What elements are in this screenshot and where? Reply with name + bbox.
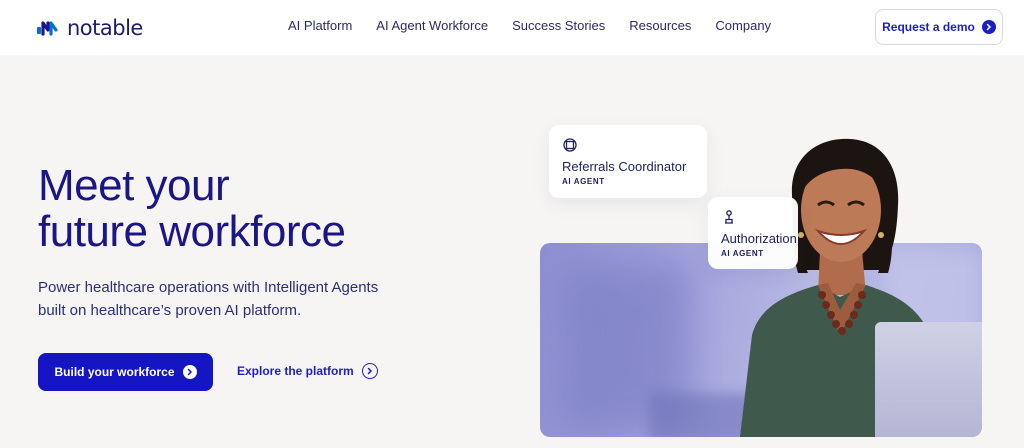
build-workforce-label: Build your workforce <box>54 365 175 379</box>
nav-link-ai-agent-workforce[interactable]: AI Agent Workforce <box>376 18 488 33</box>
agent-card-title: Referrals Coordinator <box>562 159 687 174</box>
nav-link-ai-platform[interactable]: AI Platform <box>288 18 352 33</box>
arrow-right-icon <box>182 365 197 379</box>
agent-card-tag: AI AGENT <box>721 249 764 258</box>
primary-nav: AI Platform AI Agent Workforce Success S… <box>288 18 771 33</box>
agent-card-authorization: Authorization AI AGENT <box>708 197 798 269</box>
brand-logo[interactable]: notable <box>37 15 143 41</box>
nav-link-success-stories[interactable]: Success Stories <box>512 18 605 33</box>
referrals-icon <box>563 138 577 152</box>
request-demo-label: Request a demo <box>882 20 975 34</box>
build-workforce-button[interactable]: Build your workforce <box>38 353 213 391</box>
agent-card-referrals: Referrals Coordinator AI AGENT <box>549 125 707 198</box>
arrow-right-circle-icon <box>361 363 378 379</box>
notable-logo-icon <box>37 21 58 36</box>
hero-subhead: Power healthcare operations with Intelli… <box>38 279 379 319</box>
brand-name: notable <box>67 16 143 40</box>
request-demo-button[interactable]: Request a demo <box>875 9 1003 45</box>
hero-headline-line-1: Meet your <box>38 161 230 210</box>
authorization-icon <box>725 210 733 224</box>
explore-platform-label: Explore the platform <box>237 364 354 378</box>
nav-link-resources[interactable]: Resources <box>629 18 691 33</box>
top-navigation: notable AI Platform AI Agent Workforce S… <box>0 0 1024 55</box>
laptop-photo <box>875 322 982 437</box>
agent-card-title: Authorization <box>721 231 797 246</box>
hero-headline-line-2: future workforce <box>38 207 346 256</box>
hero-headline: Meet your future workforce <box>38 161 346 256</box>
explore-platform-link[interactable]: Explore the platform <box>237 363 378 379</box>
nav-link-company[interactable]: Company <box>715 18 771 33</box>
agent-card-tag: AI AGENT <box>562 177 605 186</box>
arrow-right-icon <box>981 20 996 34</box>
